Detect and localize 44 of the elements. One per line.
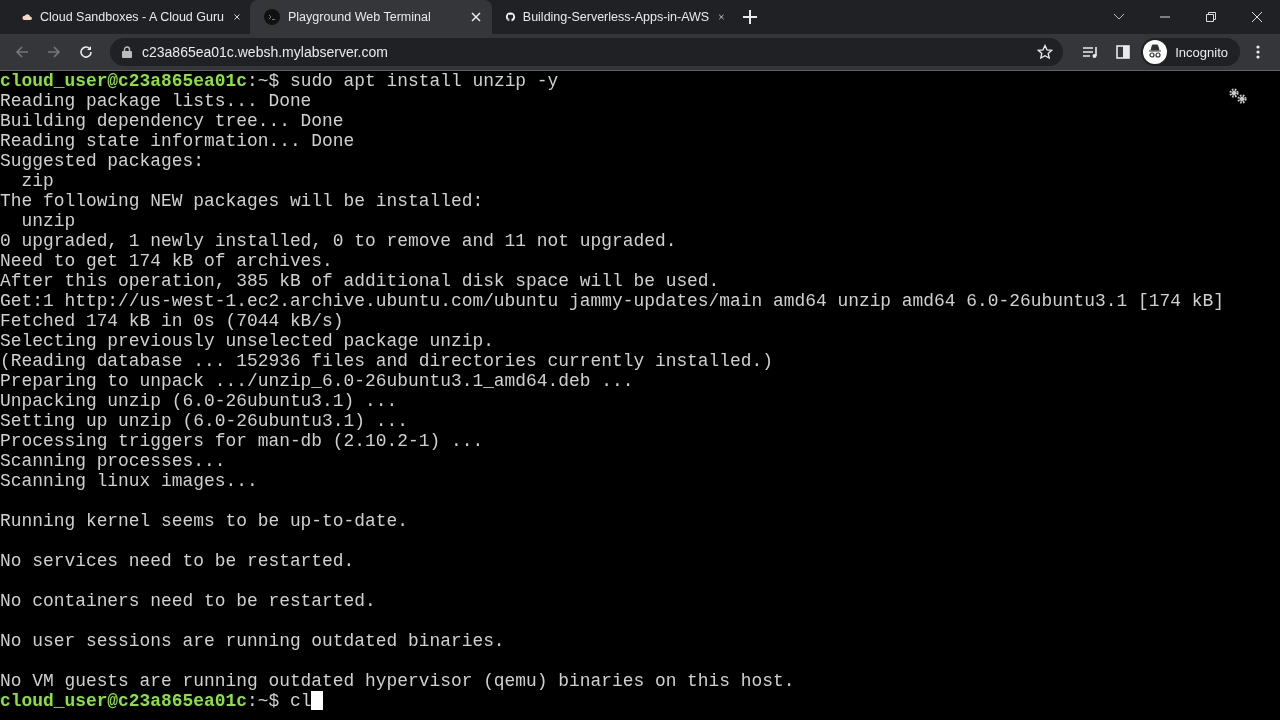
output-line: No VM guests are running outdated hypervisor (qemu) binaries on this host.: [0, 671, 795, 691]
output-line: No services need to be restarted.: [0, 551, 355, 571]
prompt-line: cloud_user@c23a865ea01c:~$ sudo apt install unzip -y: [0, 71, 559, 91]
browser-tab[interactable]: Building-Serverless-Apps-in-AWS: [492, 0, 734, 34]
output-line: Running kernel seems to be up-to-date.: [0, 511, 408, 531]
output-line: zip: [20, 171, 54, 191]
reload-icon[interactable]: [78, 44, 94, 60]
output-line: Suggested packages:: [0, 151, 204, 171]
star-icon[interactable]: [1037, 44, 1054, 60]
output-line: No user sessions are running outdated binaries.: [0, 631, 505, 651]
cloud-icon: [22, 11, 32, 23]
incognito-profile-button[interactable]: Incognito: [1141, 38, 1240, 66]
output-line: Reading package lists... Done: [0, 91, 312, 111]
back-icon[interactable]: [14, 44, 30, 60]
output-line: Setting up unzip (6.0-26ubuntu3.1) ...: [0, 411, 408, 431]
menu-icon[interactable]: [1256, 44, 1260, 60]
output-line: 0 upgraded, 1 newly installed, 0 to remove and 11 not upgraded.: [0, 231, 677, 251]
output-line: The following NEW packages will be installed:: [0, 191, 484, 211]
output-line: Fetched 174 kB in 0s (7044 kB/s): [0, 311, 344, 331]
browser-tab[interactable]: Cloud Sandboxes - A Cloud Guru: [8, 0, 250, 34]
output-line: (Reading database ... 152936 files and directories currently installed.): [0, 351, 773, 371]
output-line: Scanning linux images...: [0, 471, 258, 491]
settings-icon[interactable]: [1228, 88, 1248, 104]
lock-icon: [122, 46, 132, 58]
prompt-line: cloud_user@c23a865ea01c:~$ cl: [0, 691, 324, 711]
output-line: Unpacking unzip (6.0-26ubuntu3.1) ...: [0, 391, 398, 411]
output-line: Processing triggers for man-db (2.10.2-1) ...: [0, 431, 484, 451]
browser-tab[interactable]: Playground Web Terminal: [250, 0, 492, 34]
output-line: Need to get 174 kB of archives.: [0, 251, 333, 271]
forward-icon[interactable]: [46, 44, 62, 60]
output-line: Get:1 http://us-west-1.ec2.archive.ubuntu.com/ubuntu jammy-updates/main amd64 unzip amd64 6.0-26ubuntu3.1 [174 kB]: [0, 291, 1224, 311]
address-bar[interactable]: c23a865ea01c.websh.mylabserver.com: [110, 38, 1064, 66]
output-line: Reading state information... Done: [0, 131, 355, 151]
output-line: Scanning processes...: [0, 451, 226, 471]
output-line: Preparing to unpack .../unzip_6.0-26ubuntu3.1_amd64.deb ...: [0, 371, 634, 391]
output-line: After this operation, 385 kB of additional disk space will be used.: [0, 271, 720, 291]
output-line: unzip: [20, 211, 76, 231]
output-line: Selecting previously unselected package unzip.: [0, 331, 494, 351]
terminal-icon: [264, 9, 280, 25]
output-line: Building dependency tree... Done: [0, 111, 344, 131]
output-line: No containers need to be restarted.: [0, 591, 376, 611]
side-panel-icon[interactable]: [1115, 44, 1132, 60]
incognito-icon: [1143, 40, 1168, 64]
new-tab-icon[interactable]: [742, 9, 758, 25]
